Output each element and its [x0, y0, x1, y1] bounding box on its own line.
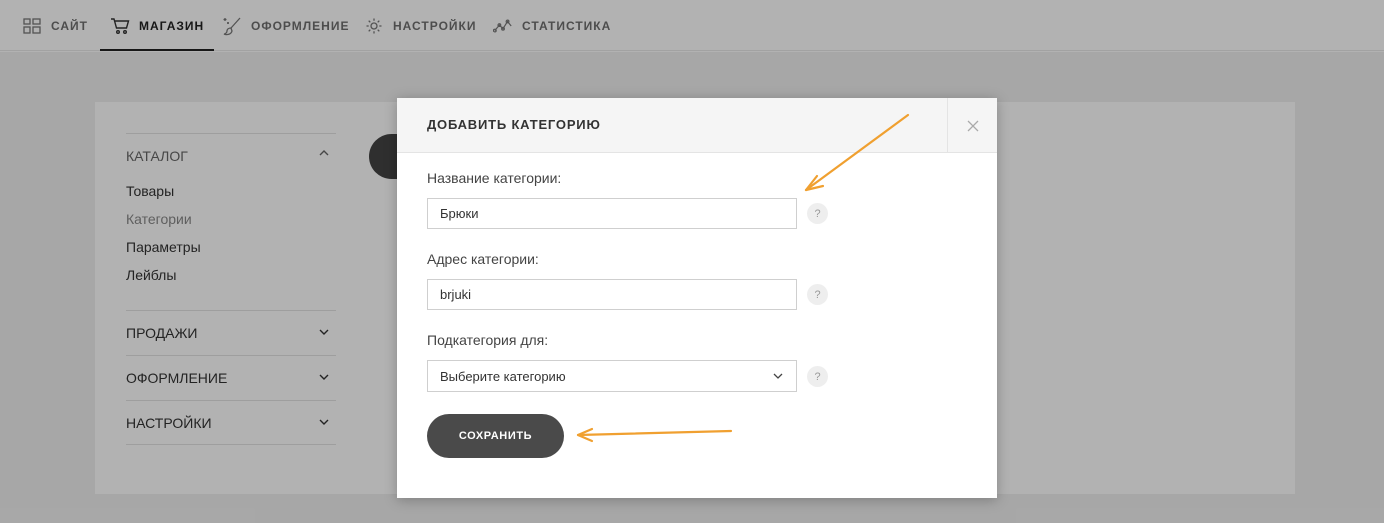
help-icon[interactable]: ? [807, 203, 828, 224]
category-slug-label: Адрес категории: [427, 251, 539, 267]
add-category-modal: ДОБАВИТЬ КАТЕГОРИЮ Название категории: ?… [397, 98, 997, 498]
category-name-input[interactable] [427, 198, 797, 229]
close-icon [967, 120, 978, 131]
modal-header: ДОБАВИТЬ КАТЕГОРИЮ [397, 98, 997, 153]
parent-category-value: Выберите категорию [440, 368, 566, 384]
help-icon[interactable]: ? [807, 284, 828, 305]
parent-category-label: Подкатегория для: [427, 332, 549, 348]
close-button[interactable] [947, 98, 997, 153]
save-button[interactable]: СОХРАНИТЬ [427, 414, 564, 458]
category-name-label: Название категории: [427, 170, 562, 186]
category-slug-input[interactable] [427, 279, 797, 310]
modal-title: ДОБАВИТЬ КАТЕГОРИЮ [427, 117, 601, 132]
chevron-down-icon [773, 373, 783, 379]
parent-category-select[interactable]: Выберите категорию [427, 360, 797, 392]
help-icon[interactable]: ? [807, 366, 828, 387]
